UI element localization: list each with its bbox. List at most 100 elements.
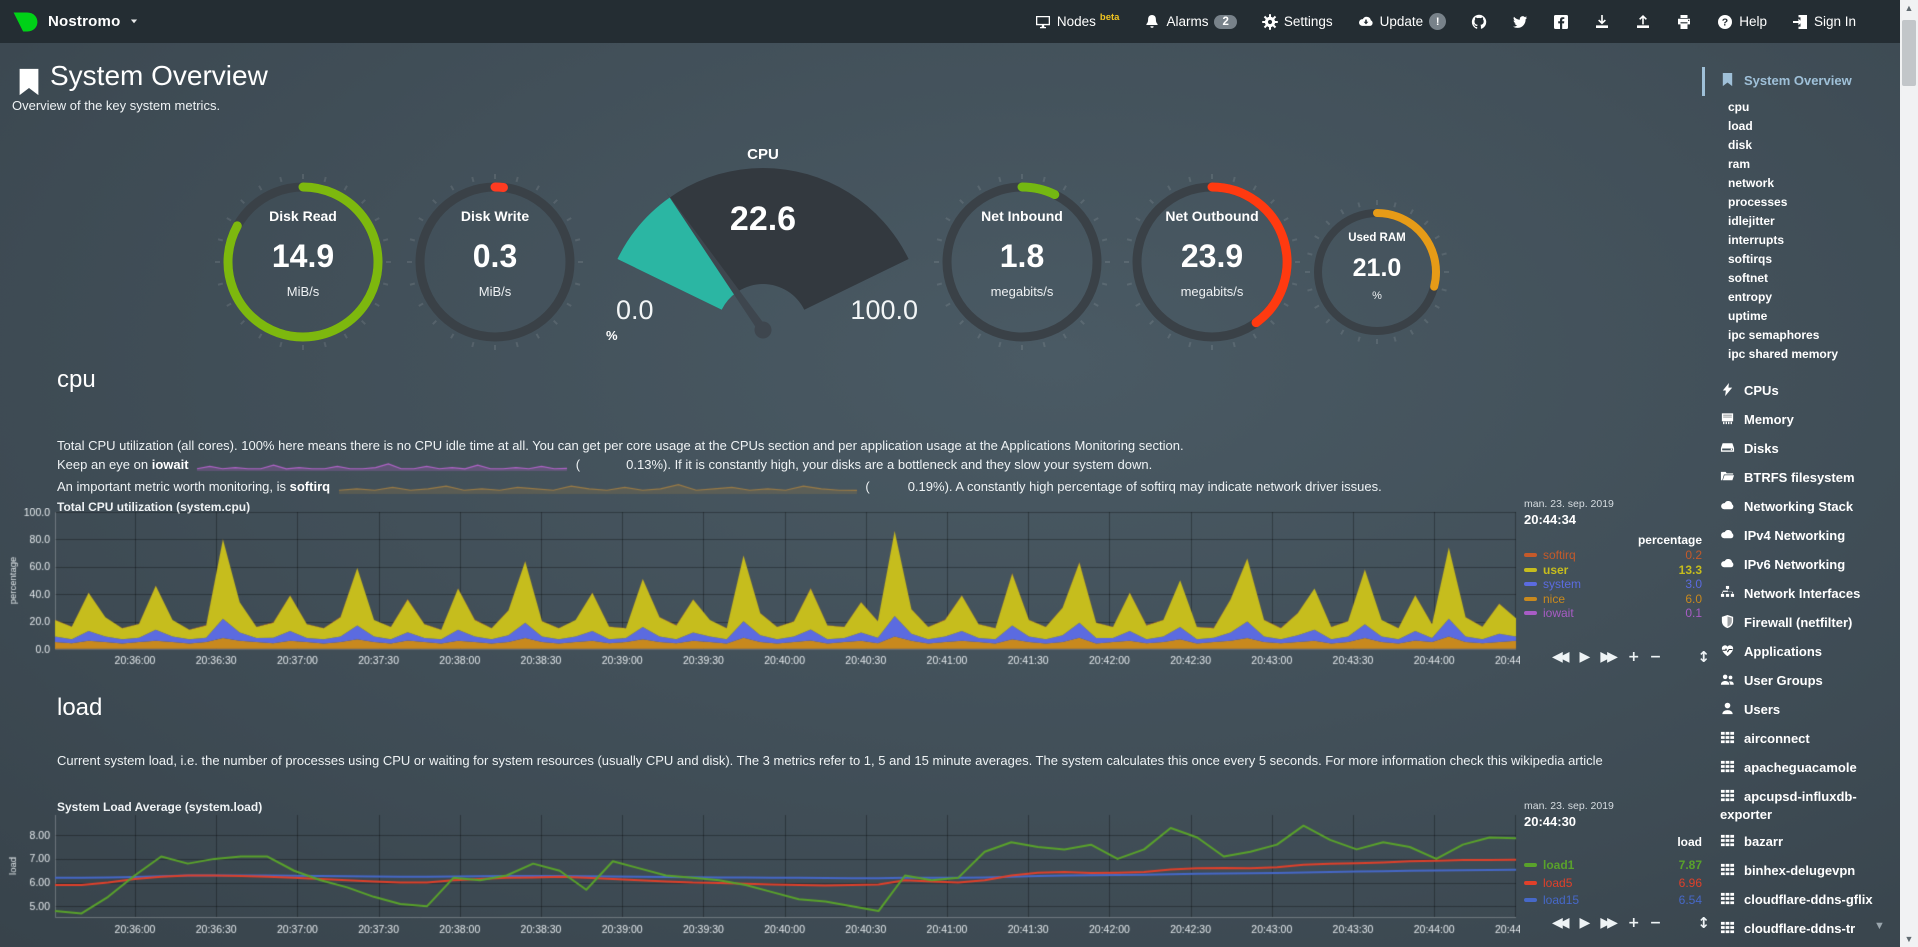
nav-save-snapshot[interactable] bbox=[1594, 14, 1610, 30]
sidebar-item-label: binhex-delugevpn bbox=[1744, 863, 1855, 878]
nav-facebook[interactable] bbox=[1553, 14, 1569, 30]
sidebar-item-label: Networking Stack bbox=[1744, 499, 1853, 514]
chart-zoom-out-button[interactable]: − bbox=[1650, 915, 1662, 931]
chart-skip-back-button[interactable]: ◀◀ bbox=[1552, 649, 1566, 665]
chart-zoom-in-button[interactable]: + bbox=[1628, 649, 1640, 665]
page-scrollbar[interactable]: ▲ ▼ bbox=[1900, 0, 1918, 947]
gauge-value: 22.6 bbox=[600, 200, 926, 239]
legend-series-name: load15 bbox=[1543, 893, 1579, 907]
sidebar-item-users[interactable]: Users bbox=[1702, 696, 1898, 725]
sidebar-item-binhex-delugevpn[interactable]: binhex-delugevpn bbox=[1702, 857, 1898, 886]
grid-icon bbox=[1720, 833, 1736, 852]
sidebar-item-airconnect[interactable]: airconnect bbox=[1702, 725, 1898, 754]
gauge-net-outbound[interactable]: Net Outbound23.9megabits/s bbox=[1122, 172, 1302, 352]
chart-skip-forward-button[interactable]: ▶▶ bbox=[1600, 915, 1614, 931]
sidebar-item-cloudflare-ddns-gflix[interactable]: cloudflare-ddns-gflix bbox=[1702, 886, 1898, 915]
sidebar-item-ipv6-networking[interactable]: IPv6 Networking bbox=[1702, 551, 1898, 580]
legend-series-value: 6.96 bbox=[1679, 876, 1702, 890]
gauge-net-inbound[interactable]: Net Inbound1.8megabits/s bbox=[932, 172, 1112, 352]
sidebar-item-load[interactable]: load bbox=[1702, 117, 1898, 136]
legend-series-value: 0.2 bbox=[1685, 548, 1702, 562]
legend-entry-softirq[interactable]: softirq0.2 bbox=[1524, 548, 1702, 562]
grid-icon bbox=[1720, 862, 1736, 881]
legend-entry-user[interactable]: user13.3 bbox=[1524, 563, 1702, 577]
cpu-chart-toolbar: ◀◀▶▶▶+−↕ bbox=[1552, 648, 1710, 666]
legend-entry-load15[interactable]: load156.54 bbox=[1524, 893, 1702, 907]
sidebar-item-uptime[interactable]: uptime bbox=[1702, 307, 1898, 326]
sidebar-item-memory[interactable]: Memory bbox=[1702, 406, 1898, 435]
sidebar-item-cpus[interactable]: CPUs bbox=[1702, 377, 1898, 406]
sidebar-item-processes[interactable]: processes bbox=[1702, 193, 1898, 212]
legend-entry-iowait[interactable]: iowait0.1 bbox=[1524, 606, 1702, 620]
sidebar-item-ipc-semaphores[interactable]: ipc semaphores bbox=[1702, 326, 1898, 345]
sidebar-item-label: Memory bbox=[1744, 412, 1794, 427]
sidebar-item-user-groups[interactable]: User Groups bbox=[1702, 667, 1898, 696]
sidebar-item-firewall-netfilter-[interactable]: Firewall (netfilter) bbox=[1702, 609, 1898, 638]
sidebar-item-btrfs-filesystem[interactable]: BTRFS filesystem bbox=[1702, 464, 1898, 493]
sidebar-item-ipv4-networking[interactable]: IPv4 Networking bbox=[1702, 522, 1898, 551]
chart-play-button[interactable]: ▶ bbox=[1580, 649, 1591, 665]
sidebar-item-apacheguacamole[interactable]: apacheguacamole bbox=[1702, 754, 1898, 783]
legend-swatch bbox=[1524, 898, 1537, 902]
gauge-cpu-meter[interactable]: CPU22.60.0100.0% bbox=[600, 142, 926, 347]
brand[interactable]: Nostromo bbox=[12, 10, 139, 34]
sidebar-item-network[interactable]: network bbox=[1702, 174, 1898, 193]
legend-entry-system[interactable]: system3.0 bbox=[1524, 577, 1702, 591]
chart-skip-forward-button[interactable]: ▶▶ bbox=[1600, 649, 1614, 665]
chart-zoom-out-button[interactable]: − bbox=[1650, 649, 1662, 665]
gauge-disk-write[interactable]: Disk Write0.3MiB/s bbox=[405, 172, 585, 352]
nav-twitter[interactable] bbox=[1512, 14, 1528, 30]
sidebar-item-interrupts[interactable]: interrupts bbox=[1702, 231, 1898, 250]
sidebar-item-disk[interactable]: disk bbox=[1702, 136, 1898, 155]
sidebar-item-label: Firewall (netfilter) bbox=[1744, 615, 1852, 630]
gauge-disk-read[interactable]: Disk Read14.9MiB/s bbox=[213, 172, 393, 352]
gauge-label: CPU bbox=[600, 146, 926, 163]
scrollbar-up-arrow[interactable]: ▲ bbox=[1900, 3, 1918, 13]
nav-github[interactable] bbox=[1471, 14, 1487, 30]
chart-zoom-in-button[interactable]: + bbox=[1628, 915, 1640, 931]
gauge-value: 0.3 bbox=[405, 238, 585, 275]
sidebar-item-apcupsd-influxdb-exporter[interactable]: apcupsd-influxdb-exporter bbox=[1702, 783, 1898, 828]
nav-update[interactable]: Update! bbox=[1358, 13, 1447, 30]
sidebar-item-cpu[interactable]: cpu bbox=[1702, 98, 1898, 117]
sidebar-item-network-interfaces[interactable]: Network Interfaces bbox=[1702, 580, 1898, 609]
sidebar-item-cloudflare-ddns-tr[interactable]: cloudflare-ddns-tr bbox=[1702, 915, 1898, 944]
load-chart-toolbar: ◀◀▶▶▶+−↕ bbox=[1552, 914, 1710, 932]
bolt-icon bbox=[1720, 382, 1736, 401]
nav-help[interactable]: ?Help bbox=[1717, 14, 1767, 30]
nav-sign-in[interactable]: Sign In bbox=[1792, 14, 1856, 30]
chart-play-button[interactable]: ▶ bbox=[1580, 915, 1591, 931]
grid-icon bbox=[1720, 920, 1736, 939]
sidebar-item-label: airconnect bbox=[1744, 731, 1810, 746]
print-icon bbox=[1676, 14, 1692, 30]
grid-icon bbox=[1720, 891, 1736, 910]
chart-skip-back-button[interactable]: ◀◀ bbox=[1552, 915, 1566, 931]
cpu-chart[interactable] bbox=[8, 508, 1520, 672]
sidebar-item-ram[interactable]: ram bbox=[1702, 155, 1898, 174]
sidebar-item-softnet[interactable]: softnet bbox=[1702, 269, 1898, 288]
sidebar-item-bazarr[interactable]: bazarr bbox=[1702, 828, 1898, 857]
legend-date: man. 23. sep. 2019 bbox=[1524, 800, 1702, 812]
sidebar-item-softirqs[interactable]: softirqs bbox=[1702, 250, 1898, 269]
nav-nodes[interactable]: Nodesbeta bbox=[1035, 14, 1120, 30]
legend-entry-load1[interactable]: load17.87 bbox=[1524, 858, 1702, 872]
sidebar-item-disks[interactable]: Disks bbox=[1702, 435, 1898, 464]
legend-entry-nice[interactable]: nice6.0 bbox=[1524, 592, 1702, 606]
sidebar-item-idlejitter[interactable]: idlejitter bbox=[1702, 212, 1898, 231]
sidebar-item-applications[interactable]: Applications bbox=[1702, 638, 1898, 667]
scrollbar-thumb[interactable] bbox=[1902, 20, 1916, 86]
sidebar-item-system-overview[interactable]: System Overview bbox=[1702, 67, 1898, 96]
hostname[interactable]: Nostromo bbox=[48, 13, 120, 30]
scrollbar-down-arrow[interactable]: ▼ bbox=[1900, 934, 1918, 944]
gauge-used-ram[interactable]: Used RAM21.0% bbox=[1303, 198, 1451, 346]
load-chart[interactable] bbox=[8, 810, 1520, 942]
nav-settings[interactable]: Settings bbox=[1262, 14, 1333, 30]
legend-entry-load5[interactable]: load56.96 bbox=[1524, 876, 1702, 890]
sidebar-item-ipc-shared-memory[interactable]: ipc shared memory bbox=[1702, 345, 1898, 364]
nav-load-snapshot[interactable] bbox=[1635, 14, 1651, 30]
users-icon bbox=[1720, 672, 1736, 691]
sidebar-item-entropy[interactable]: entropy bbox=[1702, 288, 1898, 307]
sidebar-item-networking-stack[interactable]: Networking Stack bbox=[1702, 493, 1898, 522]
nav-print[interactable] bbox=[1676, 14, 1692, 30]
nav-alarms[interactable]: Alarms2 bbox=[1144, 14, 1236, 30]
